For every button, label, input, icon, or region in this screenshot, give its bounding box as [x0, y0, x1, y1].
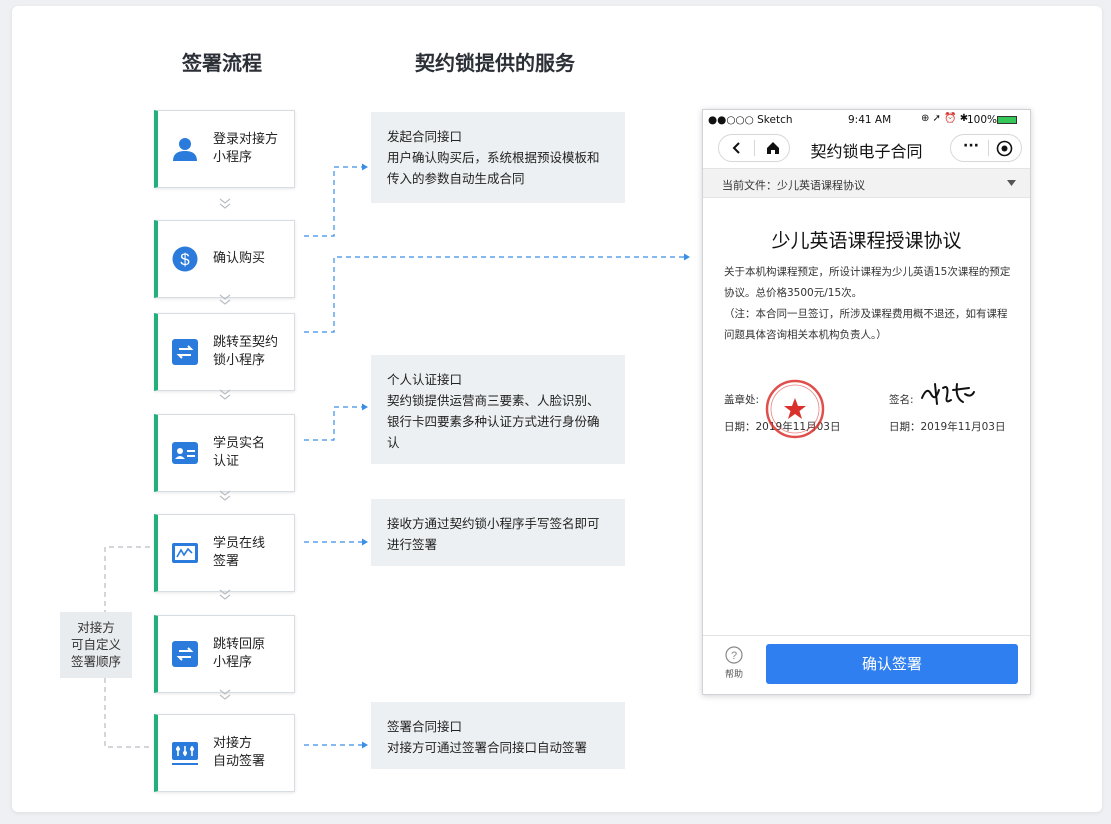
step-label: 登录对接方 小程序: [213, 132, 279, 165]
svg-text:?: ?: [731, 650, 737, 662]
status-icons: ⊕ ➚ ⏰ ✱: [921, 113, 969, 124]
arrow-redirect-to-phone: [304, 256, 684, 333]
id-card-icon: [172, 442, 198, 464]
step-online-sign: 学员在线 签署: [154, 514, 295, 592]
custom-order-note: 对接方 可自定义 签署顺序: [60, 612, 132, 678]
step-label: 确认购买: [213, 251, 266, 266]
bracket-top: [104, 546, 150, 612]
step-label: 对接方 自动签署: [213, 736, 266, 769]
chevron-down-icon: [219, 294, 231, 305]
document-paragraph: 关于本机构课程预定，所设计课程为少儿英语15次课程的预定协议。总价格3500元/…: [724, 266, 1011, 299]
service-personal-auth: 个人认证接口 契约锁提供运营商三要素、人脸识别、 银行卡四要素多种认证方式进行身…: [371, 355, 625, 464]
current-file-label: 当前文件：少儿英语课程协议: [722, 179, 865, 192]
nav-right-capsule: ···: [950, 134, 1022, 162]
service-sign-contract-api: 签署合同接口 对接方可通过签署合同接口自动签署: [371, 702, 625, 769]
service-body: 对接方可通过签署合同接口自动签署: [387, 740, 588, 755]
step-label: 学员实名 认证: [213, 436, 266, 469]
svg-text:$: $: [180, 250, 190, 269]
step-real-name-auth: 学员实名 认证: [154, 414, 295, 492]
chevron-down-icon: [219, 689, 231, 700]
stamp-label: 盖章处:: [724, 394, 760, 406]
step-confirm-purchase: $ 确认购买: [154, 220, 295, 298]
carrier-text: ●●○○○ Sketch: [708, 114, 793, 126]
arrow-verify-to-auth: [304, 406, 362, 441]
file-selector[interactable]: 当前文件：少儿英语课程协议: [703, 168, 1030, 198]
help-icon[interactable]: ?: [725, 646, 743, 664]
battery-percent: 100%: [967, 114, 998, 126]
status-time: 9:41 AM: [848, 114, 892, 126]
service-create-contract: 发起合同接口 用户确认购买后，系统根据预设模板和 传入的参数自动生成合同: [371, 112, 625, 203]
status-bar: ●●○○○ Sketch 9:41 AM ⊕ ➚ ⏰ ✱ 100%: [703, 110, 1030, 130]
sign-icon: [172, 543, 198, 563]
service-title: 个人认证接口: [387, 372, 463, 387]
step-label: 跳转回原 小程序: [213, 637, 266, 670]
bracket-bottom: [104, 678, 150, 748]
chevron-down-icon: [219, 389, 231, 400]
chevron-down-icon: [219, 589, 231, 600]
signature-label: 签名:: [889, 394, 914, 406]
dollar-icon: $: [172, 246, 198, 272]
document-body: 关于本机构课程预定，所设计课程为少儿英语15次课程的预定协议。总价格3500元/…: [724, 262, 1016, 346]
help-label: 帮助: [724, 670, 743, 680]
service-handwrite-sign: 接收方通过契约锁小程序手写签名即可 进行签署: [371, 499, 625, 566]
dropdown-caret-icon[interactable]: [1007, 180, 1016, 186]
document-title: 少儿英语课程授课协议: [771, 230, 962, 252]
company-seal-icon: [765, 379, 825, 439]
divider: [988, 140, 989, 156]
step-login: 登录对接方 小程序: [154, 110, 295, 188]
switch-icon: [172, 641, 198, 667]
step-auto-sign: 对接方 自动签署: [154, 714, 295, 792]
auto-sign-icon: [172, 742, 198, 765]
service-title: 发起合同接口: [387, 129, 463, 144]
phone-footer: ? 帮助 确认签署: [703, 635, 1030, 694]
step-label: 学员在线 签署: [213, 536, 266, 569]
confirm-sign-button[interactable]: 确认签署: [766, 644, 1018, 684]
step-return-to-app: 跳转回原 小程序: [154, 615, 295, 693]
service-body: 契约锁提供运营商三要素、人脸识别、 银行卡四要素多种认证方式进行身份确 认: [387, 393, 600, 450]
user-icon: [173, 138, 197, 161]
document-note: （注：本合同一旦签订，所涉及课程费用概不退还，如有课程问题具体咨询相关本机构负责…: [724, 308, 1008, 341]
chevron-down-icon: [219, 198, 231, 209]
service-title: 签署合同接口: [387, 719, 463, 734]
nav-bar: 契约锁电子合同 ···: [703, 130, 1030, 168]
switch-icon: [172, 339, 198, 365]
chevron-down-icon: [219, 490, 231, 501]
service-body: 接收方通过契约锁小程序手写签名即可 进行签署: [387, 516, 600, 552]
phone-mockup: ●●○○○ Sketch 9:41 AM ⊕ ➚ ⏰ ✱ 100% 契约锁电子合…: [702, 109, 1031, 695]
battery-icon: [997, 116, 1017, 124]
service-body: 用户确认购买后，系统根据预设模板和 传入的参数自动生成合同: [387, 150, 600, 186]
handwritten-signature-icon: [921, 383, 975, 405]
arrow-purchase-to-create: [304, 166, 362, 237]
more-icon[interactable]: ···: [963, 138, 979, 154]
close-capsule-icon[interactable]: [996, 140, 1013, 157]
step-redirect-to-qys: 跳转至契约 锁小程序: [154, 313, 295, 391]
signature-date: 日期：2019年11月03日: [889, 421, 1006, 433]
help-button[interactable]: ? 帮助: [717, 646, 751, 680]
step-label: 跳转至契约 锁小程序: [213, 335, 279, 368]
